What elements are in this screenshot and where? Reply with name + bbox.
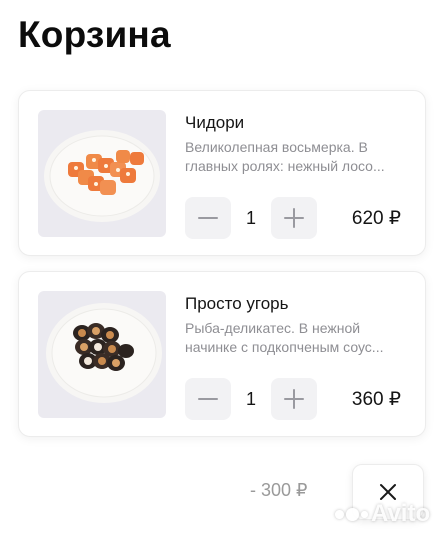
item-description-line: Рыба-деликатес. В нежной — [185, 320, 361, 336]
minus-icon — [198, 398, 218, 400]
quantity-value: 1 — [245, 388, 256, 409]
page-title: Корзина — [18, 14, 171, 55]
decrease-quantity-button[interactable] — [185, 378, 231, 420]
close-icon — [380, 484, 396, 500]
item-description: Рыба-деликатес. В нежной начинке с подко… — [185, 319, 413, 357]
watermark-text: Avito — [371, 500, 431, 527]
avito-watermark: Avito — [335, 500, 430, 528]
plus-icon — [284, 208, 304, 228]
item-price: 620 ₽ — [351, 207, 401, 229]
salmon-rolls-plate-icon[interactable] — [38, 110, 166, 237]
plus-icon — [284, 389, 304, 409]
item-description-line: начинке с подкопченым соус... — [185, 339, 384, 355]
cart-item: Просто угорь Рыба-деликатес. В нежной на… — [18, 271, 426, 437]
quantity-value: 1 — [245, 207, 256, 228]
item-description-line: Великолепная восьмерка. В — [185, 139, 368, 155]
increase-quantity-button[interactable] — [271, 197, 317, 239]
avito-logo-icon — [335, 507, 368, 521]
minus-icon — [198, 217, 218, 219]
item-name: Чидори — [185, 113, 245, 132]
cart-item: Чидори Великолепная восьмерка. В главных… — [18, 90, 426, 256]
item-description: Великолепная восьмерка. В главных ролях:… — [185, 138, 413, 176]
decrease-quantity-button[interactable] — [185, 197, 231, 239]
item-name: Просто угорь — [185, 294, 289, 313]
discount-amount: - 300 ₽ — [250, 480, 308, 500]
increase-quantity-button[interactable] — [271, 378, 317, 420]
eel-rolls-plate-icon[interactable] — [38, 291, 166, 418]
item-description-line: главных ролях: нежный лосо... — [185, 158, 385, 174]
item-price: 360 ₽ — [351, 388, 401, 410]
